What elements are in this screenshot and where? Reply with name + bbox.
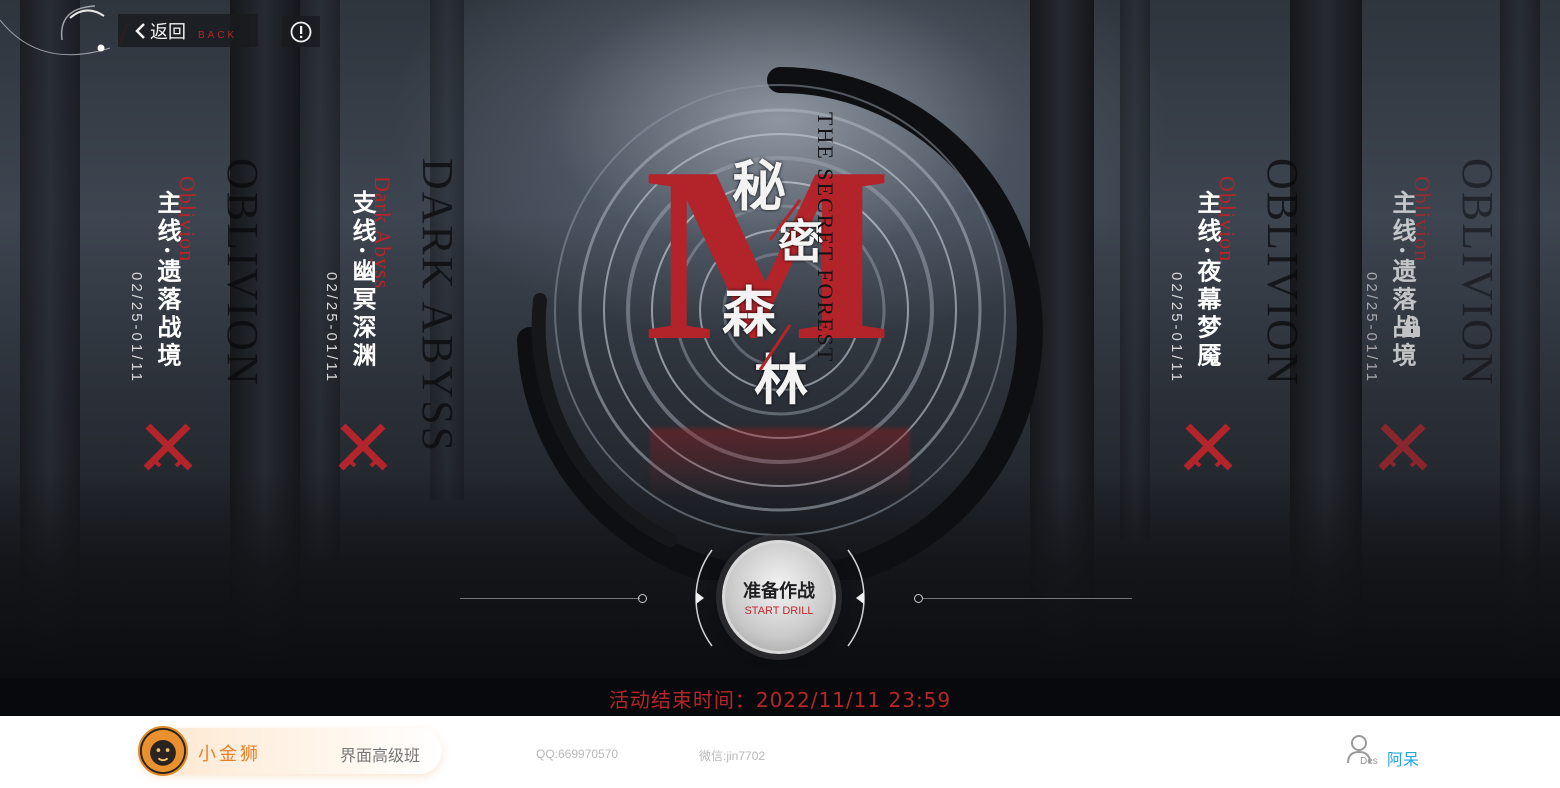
chapter-bg-title: OBLIVION bbox=[218, 158, 267, 387]
start-button-area: 准备作战 START DRILL bbox=[690, 528, 870, 668]
logo-subtitle: THE SECRET FOREST bbox=[813, 112, 838, 364]
crossed-swords-icon bbox=[1378, 423, 1428, 471]
start-drill-button[interactable]: 准备作战 START DRILL bbox=[722, 540, 836, 654]
crossed-swords-icon bbox=[1183, 423, 1233, 471]
course-name: 界面高级班 bbox=[340, 746, 421, 765]
info-icon bbox=[290, 21, 312, 42]
chapter-title: 主线·遗落战境 bbox=[153, 190, 182, 371]
event-end-time: 活动结束时间：2022/11/11 23:59 bbox=[608, 688, 952, 712]
chapter-title: 支线·幽冥深渊 bbox=[348, 190, 377, 371]
qq-contact: QQ:669970570 bbox=[536, 747, 619, 761]
user-name-link[interactable]: 阿呆 bbox=[1387, 746, 1419, 770]
brand-name: 小金狮 bbox=[198, 744, 261, 765]
chapter-bg-title: DARK ABYSS bbox=[413, 158, 462, 454]
chevron-left-icon bbox=[135, 22, 145, 39]
corner-arc-decoration bbox=[0, 5, 129, 56]
chapter-card-3[interactable]: OBLIVION Oblivion 主线·夜幕梦魇 02/25-01/11 bbox=[1168, 150, 1307, 510]
chapter-bg-title: OBLIVION bbox=[1258, 158, 1307, 387]
wechat-contact: 微信:jin7702 bbox=[699, 749, 766, 763]
chapter-date: 02/25-01/11 bbox=[1168, 272, 1185, 384]
crossed-swords-icon bbox=[143, 423, 193, 471]
lock-icon bbox=[1404, 316, 1420, 337]
start-label: 准备作战 bbox=[743, 581, 815, 602]
game-logo: M 秘 密 森 林 bbox=[644, 130, 910, 413]
chapter-card-4-locked[interactable]: OBLIVION Oblivion 主线·遗落战境 02/25-01/11 bbox=[1363, 150, 1502, 510]
chapter-card-2[interactable]: DARK ABYSS Dark Abyss 支线·幽冥深渊 02/25-01/1… bbox=[323, 150, 462, 510]
deco-line-left bbox=[460, 598, 640, 599]
chapter-date: 02/25-01/11 bbox=[323, 272, 340, 384]
deco-line-right bbox=[922, 598, 1132, 599]
deco-ring-right bbox=[914, 594, 923, 603]
back-label: 返回 bbox=[150, 21, 186, 43]
chapter-date: 02/25-01/11 bbox=[128, 272, 145, 384]
user-tag: Des bbox=[1360, 756, 1378, 767]
chapter-title: 主线·遗落战境 bbox=[1388, 190, 1417, 371]
game-scene: 返回 BACK OBLIVION Oblivion 主线·遗落战境 02/25-… bbox=[0, 0, 1560, 716]
deco-ring-left bbox=[638, 594, 647, 603]
chapter-title: 主线·夜幕梦魇 bbox=[1193, 190, 1222, 371]
logo-reflection bbox=[650, 428, 910, 498]
info-button[interactable] bbox=[282, 16, 320, 47]
crossed-swords-icon bbox=[338, 423, 388, 471]
logo-slash-decoration bbox=[758, 199, 802, 371]
chapter-card-1[interactable]: OBLIVION Oblivion 主线·遗落战境 02/25-01/11 bbox=[128, 150, 267, 510]
tree-trunk bbox=[1120, 0, 1150, 540]
footer-bar: 小金狮 界面高级班 QQ:669970570 微信:jin7702 Des 阿呆 bbox=[0, 716, 1560, 788]
lion-logo-icon bbox=[138, 726, 188, 776]
brand-badge: 小金狮 界面高级班 bbox=[138, 726, 442, 776]
start-sub-label: START DRILL bbox=[744, 605, 814, 617]
chapter-date: 02/25-01/11 bbox=[1363, 272, 1380, 384]
chapter-bg-title: OBLIVION bbox=[1453, 158, 1502, 387]
back-sub-label: BACK bbox=[198, 30, 238, 41]
back-button[interactable]: 返回 BACK bbox=[118, 14, 258, 47]
